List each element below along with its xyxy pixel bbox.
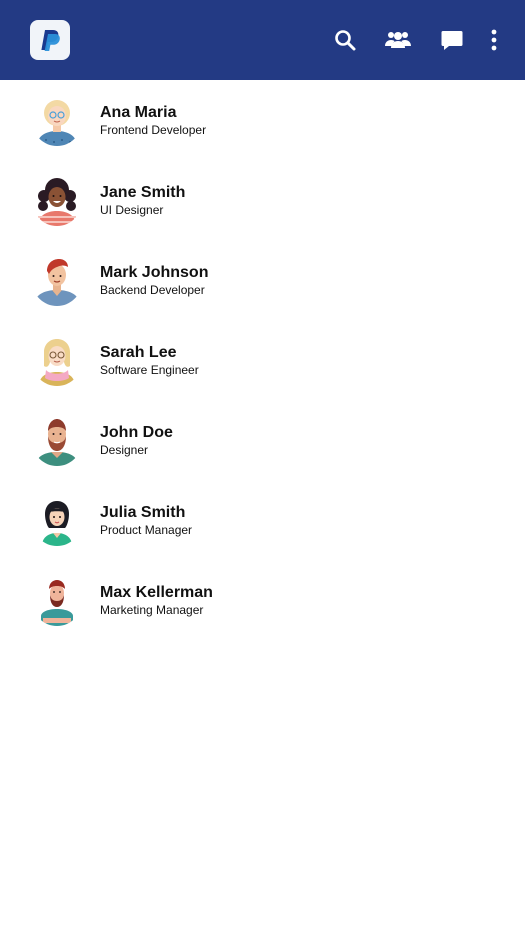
avatar-dark-hair-woman-icon <box>32 496 82 546</box>
paypal-logo-icon[interactable] <box>30 20 70 60</box>
list-item[interactable]: Sarah Lee Software Engineer <box>0 320 525 400</box>
contact-name: Jane Smith <box>100 184 186 201</box>
list-item[interactable]: Jane Smith UI Designer <box>0 160 525 240</box>
avatar-redhead-man-icon <box>32 256 82 306</box>
contact-name: Mark Johnson <box>100 264 209 281</box>
contact-role: Product Manager <box>100 523 193 537</box>
list-item[interactable]: Mark Johnson Backend Developer <box>0 240 525 320</box>
contact-role: Marketing Manager <box>100 603 204 617</box>
list-item[interactable]: Max Kellerman Marketing Manager <box>0 560 525 640</box>
avatar-bearded-man-icon <box>32 416 82 466</box>
list-item[interactable]: John Doe Designer <box>0 400 525 480</box>
contact-role: Backend Developer <box>100 283 205 297</box>
search-icon[interactable] <box>329 24 361 56</box>
contact-role: Designer <box>100 443 149 457</box>
contact-role: Frontend Developer <box>100 123 207 137</box>
contact-role: UI Designer <box>100 203 164 217</box>
contact-name: John Doe <box>100 424 173 441</box>
chat-icon[interactable] <box>436 24 468 56</box>
avatar-curly-hair-woman-icon <box>32 176 82 226</box>
contact-name: Ana Maria <box>100 104 177 121</box>
avatar-blonde-woman-scarf-icon <box>32 336 82 386</box>
more-vert-icon[interactable] <box>478 24 510 56</box>
list-item[interactable]: Ana Maria Frontend Developer <box>0 80 525 160</box>
top-app-bar <box>0 0 525 80</box>
contact-list: Ana Maria Frontend Developer Jane Smith … <box>0 80 525 640</box>
people-icon[interactable] <box>382 24 414 56</box>
contact-name: Sarah Lee <box>100 344 177 361</box>
avatar-blonde-woman-glasses-icon <box>32 96 82 146</box>
contact-name: Max Kellerman <box>100 584 213 601</box>
contact-role: Software Engineer <box>100 363 199 377</box>
list-item[interactable]: Julia Smith Product Manager <box>0 480 525 560</box>
avatar-bearded-man-crossed-arms-icon <box>32 576 82 626</box>
contact-name: Julia Smith <box>100 504 186 521</box>
